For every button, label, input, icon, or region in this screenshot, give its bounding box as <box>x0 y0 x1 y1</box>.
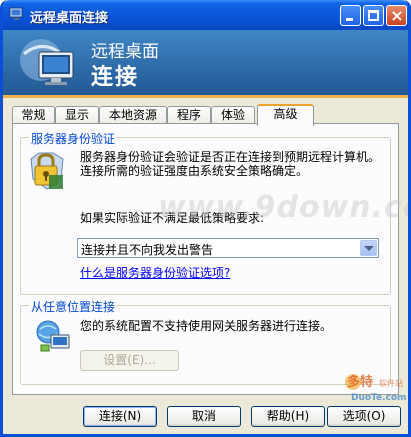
server-auth-desc-2: 连接所需的验证强度由系统安全策略确定。 <box>80 164 309 178</box>
svg-text:软件站: 软件站 <box>379 378 403 388</box>
tab-local-resources[interactable]: 本地资源 <box>99 106 167 124</box>
anywhere-desc: 您的系统配置不支持使用网关服务器进行连接。 <box>80 319 333 333</box>
options-button[interactable]: 选项(O) <box>327 406 401 427</box>
lock-shield-icon <box>30 152 64 190</box>
title-bar[interactable]: 远程桌面连接 × <box>3 0 408 30</box>
svg-text:DuoTe.com: DuoTe.com <box>351 393 406 403</box>
cancel-button[interactable]: 取消 <box>167 406 241 427</box>
remote-desktop-window: 远程桌面连接 × 远程桌面 连接 常规 显示 本地资源 程序 体验 高级 服务器… <box>0 0 411 437</box>
connect-anywhere-title: 从任意位置连接 <box>29 298 118 315</box>
window-title: 远程桌面连接 <box>30 11 109 26</box>
watermark-text: www.9down.com <box>158 190 408 225</box>
minimize-button[interactable] <box>340 5 361 26</box>
computer-network-icon <box>20 39 74 85</box>
remote-desktop-icon <box>9 7 23 20</box>
tab-experience[interactable]: 体验 <box>211 106 255 124</box>
minimize-icon <box>346 18 353 21</box>
tab-display[interactable]: 显示 <box>55 106 99 124</box>
auth-option-select[interactable]: 连接并且不向我发出警告 <box>77 238 379 258</box>
connect-button[interactable]: 连接(N) <box>83 406 157 427</box>
maximize-button[interactable] <box>363 5 384 26</box>
banner-line2: 连接 <box>91 65 140 90</box>
chevron-down-icon <box>364 246 374 251</box>
svg-text:多特: 多特 <box>347 374 373 390</box>
tab-programs[interactable]: 程序 <box>167 106 211 124</box>
server-auth-help-link[interactable]: 什么是服务器身份验证选项? <box>80 264 230 281</box>
auth-option-value: 连接并且不向我发出警告 <box>81 243 214 257</box>
gateway-server-icon <box>36 320 70 352</box>
server-auth-title: 服务器身份验证 <box>29 130 118 147</box>
tab-panel-advanced: 服务器身份验证 服务器身份验证会验证是否正在连接到预期远程计算机。 连接所需的验… <box>12 123 399 395</box>
close-button[interactable]: × <box>386 5 407 26</box>
dropdown-arrow[interactable] <box>360 240 377 256</box>
maximize-icon <box>368 10 379 21</box>
close-icon: × <box>390 6 404 25</box>
header-banner: 远程桌面 连接 <box>3 30 408 95</box>
banner-separator <box>3 95 408 98</box>
tab-advanced[interactable]: 高级 <box>257 104 314 126</box>
help-button[interactable]: 帮助(H) <box>251 406 325 427</box>
gateway-settings-button[interactable]: 设置(E)... <box>80 350 179 371</box>
tab-general[interactable]: 常规 <box>12 106 55 124</box>
